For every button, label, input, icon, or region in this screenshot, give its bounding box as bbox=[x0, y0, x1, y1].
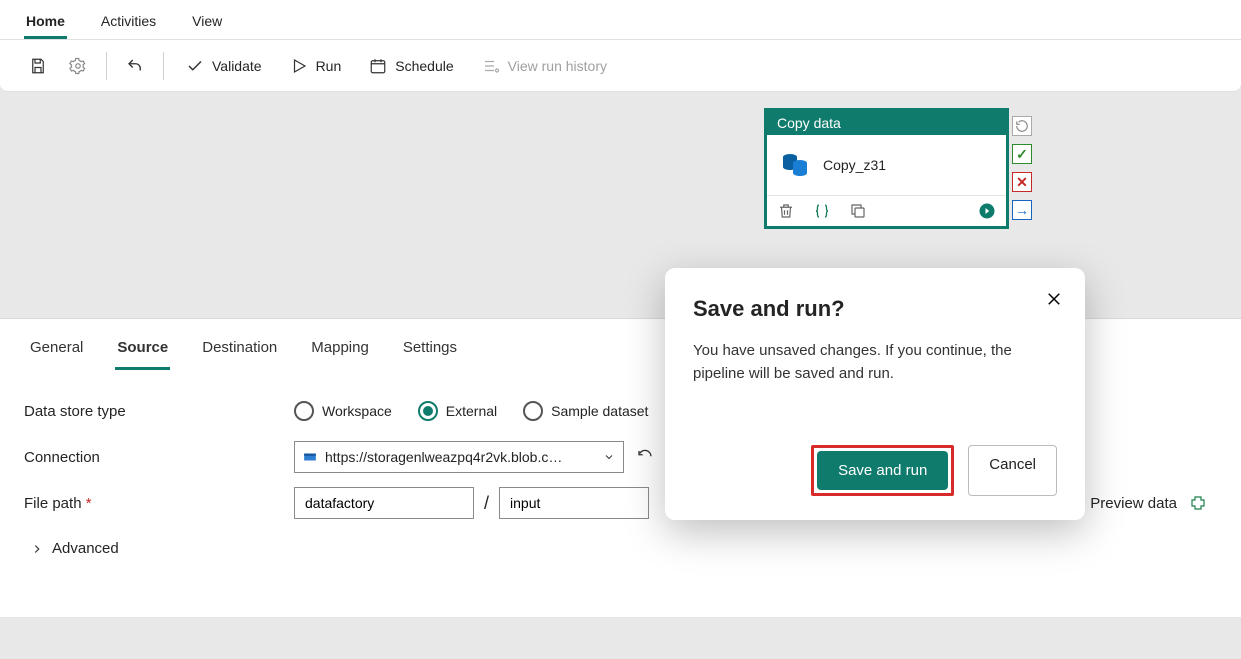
save-and-run-dialog: Save and run? You have unsaved changes. … bbox=[665, 268, 1085, 520]
port-loop-icon[interactable] bbox=[1012, 116, 1032, 136]
radio-sample-dataset[interactable]: Sample dataset bbox=[523, 401, 648, 421]
delete-icon[interactable] bbox=[777, 202, 795, 220]
toolbar: Validate Run Schedule View run history bbox=[0, 40, 1241, 92]
data-store-type-label: Data store type bbox=[24, 403, 294, 420]
connection-label: Connection bbox=[24, 449, 294, 466]
path-slash: / bbox=[484, 493, 489, 514]
connection-dropdown[interactable]: https://storagenlweazpq4r2vk.blob.c… bbox=[294, 441, 624, 473]
tab-general[interactable]: General bbox=[28, 339, 85, 370]
validate-button[interactable]: Validate bbox=[176, 51, 272, 81]
preview-data-link[interactable]: Preview data bbox=[1090, 495, 1177, 512]
gear-icon bbox=[69, 57, 87, 75]
file-path-container-input[interactable] bbox=[294, 487, 474, 519]
save-icon bbox=[29, 57, 47, 75]
refresh-icon[interactable] bbox=[636, 448, 654, 466]
activity-type-label: Copy data bbox=[767, 111, 1006, 135]
radio-external[interactable]: External bbox=[418, 401, 497, 421]
file-path-label: File path bbox=[24, 495, 294, 512]
undo-icon bbox=[126, 57, 144, 75]
undo-button[interactable] bbox=[119, 51, 151, 81]
play-icon bbox=[290, 57, 308, 75]
history-icon bbox=[482, 57, 500, 75]
radio-workspace[interactable]: Workspace bbox=[294, 401, 392, 421]
ribbon-tab-activities[interactable]: Activities bbox=[99, 5, 158, 39]
data-store-type-radio-group: Workspace External Sample dataset bbox=[294, 401, 648, 421]
calendar-icon bbox=[369, 57, 387, 75]
puzzle-icon[interactable] bbox=[1189, 494, 1207, 512]
view-run-history-label: View run history bbox=[508, 58, 607, 74]
radio-external-label: External bbox=[446, 403, 497, 419]
file-path-folder-input[interactable] bbox=[499, 487, 649, 519]
storage-icon bbox=[303, 450, 317, 464]
database-icon bbox=[779, 149, 811, 181]
port-completion-icon[interactable]: → bbox=[1012, 200, 1032, 220]
advanced-label: Advanced bbox=[52, 540, 119, 557]
view-run-history-button: View run history bbox=[472, 51, 617, 81]
radio-workspace-label: Workspace bbox=[322, 403, 392, 419]
tab-source[interactable]: Source bbox=[115, 339, 170, 370]
port-success-icon[interactable]: ✓ bbox=[1012, 144, 1032, 164]
check-icon bbox=[186, 57, 204, 75]
connection-value: https://storagenlweazpq4r2vk.blob.c… bbox=[325, 449, 595, 465]
chevron-down-icon bbox=[603, 451, 615, 463]
radio-sample-label: Sample dataset bbox=[551, 403, 648, 419]
port-failure-icon[interactable]: ✕ bbox=[1012, 172, 1032, 192]
ribbon-tab-view[interactable]: View bbox=[190, 5, 224, 39]
tab-mapping[interactable]: Mapping bbox=[309, 339, 371, 370]
cancel-button[interactable]: Cancel bbox=[968, 445, 1057, 496]
settings-button[interactable] bbox=[62, 51, 94, 81]
separator bbox=[163, 52, 164, 80]
dialog-title: Save and run? bbox=[693, 296, 1057, 322]
code-braces-icon[interactable] bbox=[813, 202, 831, 220]
arrow-circle-icon[interactable] bbox=[978, 202, 996, 220]
tab-destination[interactable]: Destination bbox=[200, 339, 279, 370]
close-icon bbox=[1045, 290, 1063, 308]
run-label: Run bbox=[316, 58, 342, 74]
dialog-body: You have unsaved changes. If you continu… bbox=[693, 340, 1057, 385]
ribbon-tabs: Home Activities View bbox=[0, 0, 1241, 40]
chevron-right-icon bbox=[30, 542, 44, 556]
save-and-run-button[interactable]: Save and run bbox=[817, 451, 948, 490]
validate-label: Validate bbox=[212, 58, 262, 74]
save-button[interactable] bbox=[22, 51, 54, 81]
copy-icon[interactable] bbox=[849, 202, 867, 220]
activity-ports: ✓ ✕ → bbox=[1012, 116, 1032, 220]
advanced-toggle[interactable]: Advanced bbox=[24, 526, 1217, 557]
activity-name: Copy_z31 bbox=[823, 157, 886, 173]
schedule-label: Schedule bbox=[395, 58, 453, 74]
ribbon-tab-home[interactable]: Home bbox=[24, 5, 67, 39]
tab-settings[interactable]: Settings bbox=[401, 339, 459, 370]
save-and-run-highlight: Save and run bbox=[811, 445, 954, 496]
schedule-button[interactable]: Schedule bbox=[359, 51, 463, 81]
run-button[interactable]: Run bbox=[280, 51, 352, 81]
activity-node-copy-data[interactable]: Copy data Copy_z31 bbox=[764, 108, 1009, 229]
separator bbox=[106, 52, 107, 80]
dialog-close-button[interactable] bbox=[1041, 286, 1067, 318]
